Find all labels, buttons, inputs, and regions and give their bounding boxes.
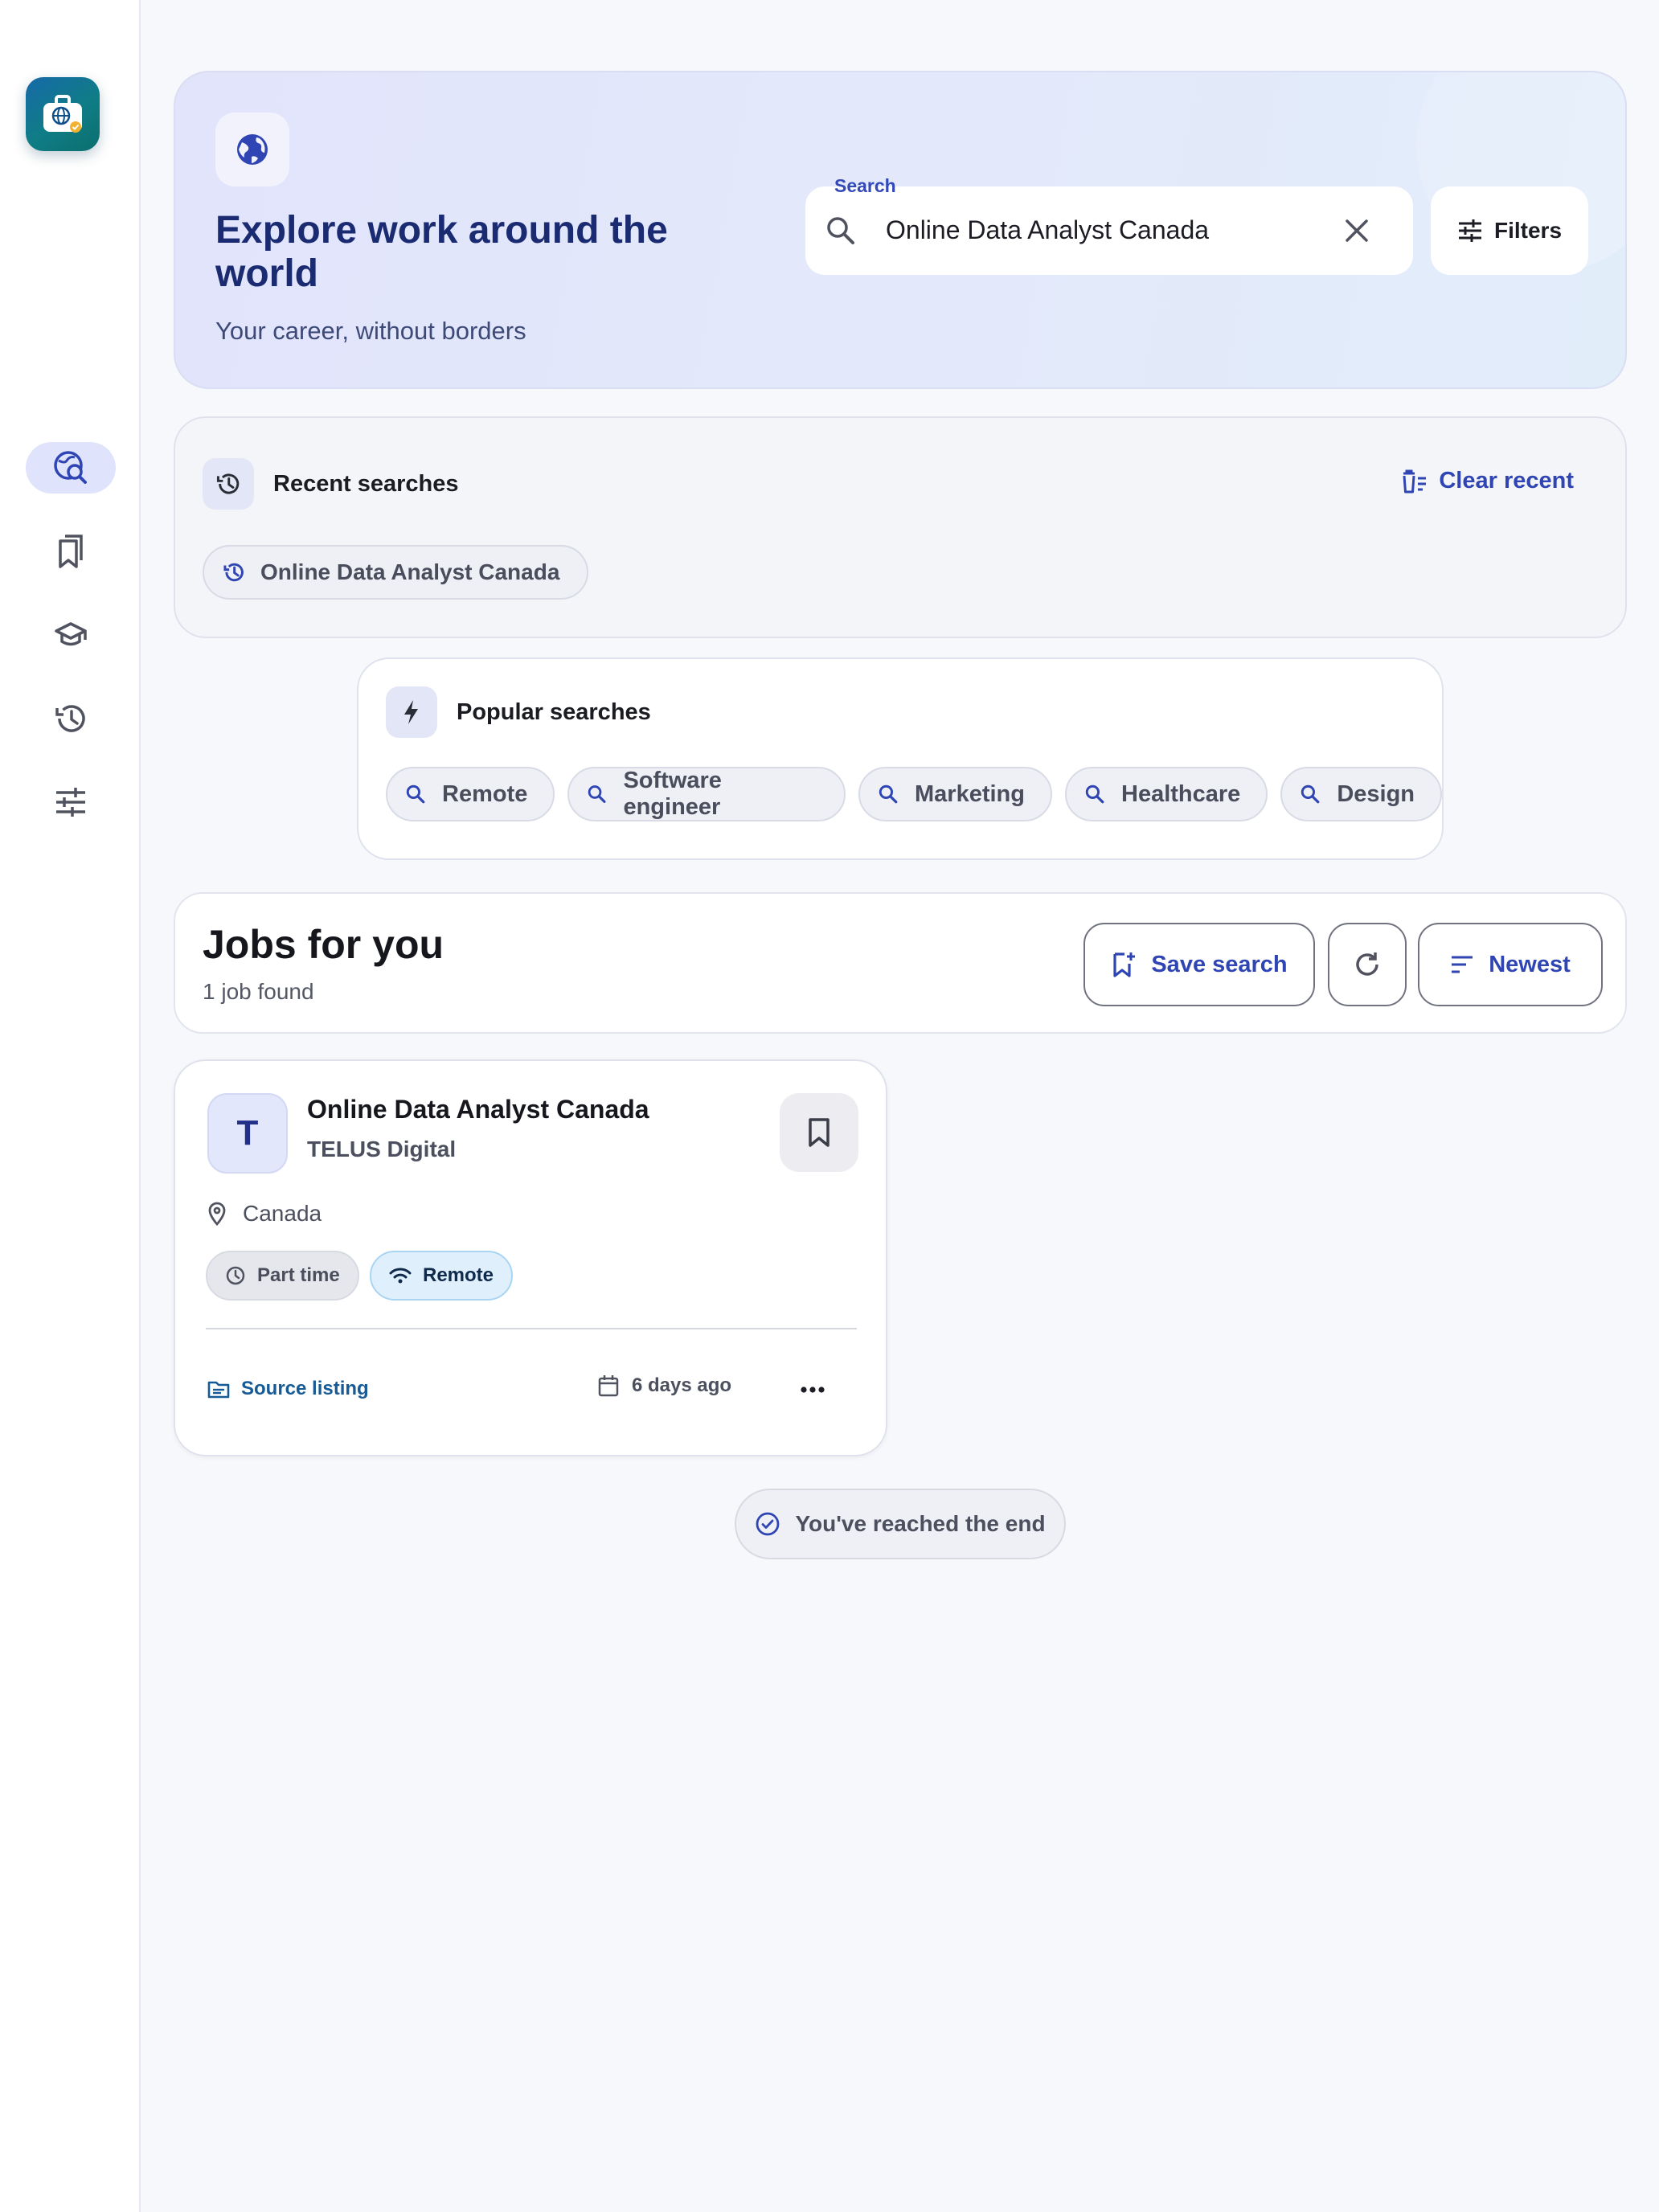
recent-searches-title: Recent searches xyxy=(273,471,459,497)
bookmark-icon xyxy=(809,1118,830,1147)
page-title: Explore work around the world xyxy=(215,209,668,295)
search-label: Search xyxy=(834,175,896,196)
briefcase-globe-icon xyxy=(43,95,82,133)
popular-chip-label: Remote xyxy=(442,780,528,807)
job-location-label: Canada xyxy=(243,1201,322,1226)
job-company: TELUS Digital xyxy=(307,1137,457,1161)
save-search-label: Save search xyxy=(1151,951,1288,977)
history-icon xyxy=(216,473,240,494)
search-input[interactable]: Online Data Analyst Canada xyxy=(886,215,1209,245)
end-of-list-badge: You've reached the end xyxy=(735,1489,1066,1559)
sidebar-item-history[interactable] xyxy=(26,693,116,744)
popular-chip-row: Remote Software engineer Marketing Healt… xyxy=(386,767,1442,821)
bookmarks-icon xyxy=(59,535,83,568)
card-divider xyxy=(206,1328,857,1329)
save-search-button[interactable]: Save search xyxy=(1083,923,1315,1006)
history-icon xyxy=(55,705,85,732)
jobs-title: Jobs for you xyxy=(203,922,444,967)
search-icon xyxy=(1085,784,1104,804)
lightning-icon xyxy=(404,700,418,724)
sidebar xyxy=(0,0,141,2212)
tag-label: Part time xyxy=(257,1264,340,1286)
more-horizontal-icon xyxy=(801,1387,825,1393)
filters-button[interactable]: Filters xyxy=(1431,186,1588,275)
search-icon xyxy=(827,217,854,244)
history-icon xyxy=(223,563,244,582)
clear-recent-button[interactable]: Clear recent xyxy=(1400,468,1574,494)
more-options-button[interactable] xyxy=(794,1371,831,1408)
recent-search-chip-label: Online Data Analyst Canada xyxy=(260,559,560,584)
check-circle-icon xyxy=(756,1512,780,1536)
tag-remote: Remote xyxy=(370,1251,514,1301)
search-icon xyxy=(1301,784,1320,804)
sort-label: Newest xyxy=(1489,951,1571,977)
recent-search-chip[interactable]: Online Data Analyst Canada xyxy=(203,545,589,600)
delete-list-icon xyxy=(1403,469,1427,493)
job-card[interactable]: T Online Data Analyst Canada TELUS Digit… xyxy=(174,1059,887,1456)
filters-label: Filters xyxy=(1493,218,1563,243)
posted-date-label: 6 days ago xyxy=(632,1374,732,1396)
sort-icon xyxy=(1452,956,1473,973)
popular-chip-design[interactable]: Design xyxy=(1280,767,1442,821)
location-pin-icon xyxy=(208,1202,226,1226)
popular-chip-software-engineer[interactable]: Software engineer xyxy=(567,767,846,821)
sidebar-item-learning[interactable] xyxy=(26,609,116,661)
app-logo[interactable] xyxy=(26,77,100,151)
source-listing-link[interactable]: Source listing xyxy=(207,1378,369,1400)
bookmark-add-icon xyxy=(1113,952,1136,977)
refresh-icon xyxy=(1356,952,1378,976)
popular-chip-label: Healthcare xyxy=(1121,780,1241,807)
sidebar-item-preferences[interactable] xyxy=(26,776,116,828)
clock-icon xyxy=(226,1266,245,1285)
calendar-icon xyxy=(598,1375,619,1397)
popular-chip-label: Software engineer xyxy=(623,768,722,820)
hero-icon-box xyxy=(215,113,289,186)
folder-open-icon xyxy=(207,1381,230,1399)
job-title[interactable]: Online Data Analyst Canada xyxy=(307,1095,649,1124)
end-of-list-label: You've reached the end xyxy=(795,1511,1046,1536)
popular-chip-label: Marketing xyxy=(915,780,1025,807)
popular-chip-remote[interactable]: Remote xyxy=(386,767,555,821)
tune-sliders-icon xyxy=(56,788,85,817)
search-icon xyxy=(588,785,606,803)
company-avatar: T xyxy=(207,1093,288,1174)
tag-part-time: Part time xyxy=(206,1251,359,1301)
source-listing-label: Source listing xyxy=(241,1378,369,1399)
posted-date: 6 days ago xyxy=(598,1374,731,1397)
sort-button[interactable]: Newest xyxy=(1418,923,1603,1006)
hero-banner: Explore work around the world Your caree… xyxy=(174,71,1627,389)
sidebar-item-explore[interactable] xyxy=(26,442,116,494)
popular-chip-marketing[interactable]: Marketing xyxy=(858,767,1052,821)
graduation-cap-icon xyxy=(55,622,87,646)
close-icon[interactable] xyxy=(1341,215,1373,247)
popular-searches-panel: Popular searches Remote Software enginee… xyxy=(357,657,1444,860)
recent-searches-panel: Recent searches Clear recent Online Data… xyxy=(174,416,1627,638)
jobs-count: 1 job found xyxy=(203,979,314,1004)
page-subtitle: Your career, without borders xyxy=(215,317,526,345)
tag-label: Remote xyxy=(423,1264,494,1286)
clear-recent-label: Clear recent xyxy=(1439,468,1574,494)
globe-search-icon xyxy=(54,451,87,484)
search-icon xyxy=(879,784,898,804)
recent-icon-box xyxy=(203,458,254,510)
popular-chip-healthcare[interactable]: Healthcare xyxy=(1065,767,1268,821)
refresh-button[interactable] xyxy=(1328,923,1407,1006)
bookmark-button[interactable] xyxy=(780,1093,858,1172)
tune-icon xyxy=(1458,219,1481,242)
popular-icon-box xyxy=(386,686,437,738)
globe-icon xyxy=(237,134,268,165)
sidebar-item-saved[interactable] xyxy=(26,526,116,577)
popular-searches-title: Popular searches xyxy=(457,699,651,725)
popular-chip-label: Design xyxy=(1337,780,1415,807)
search-icon xyxy=(406,784,425,804)
search-field[interactable]: Online Data Analyst Canada xyxy=(805,186,1413,275)
job-location: Canada xyxy=(207,1201,322,1227)
wifi-icon xyxy=(389,1268,412,1284)
jobs-header: Jobs for you 1 job found Save search New… xyxy=(174,892,1627,1034)
